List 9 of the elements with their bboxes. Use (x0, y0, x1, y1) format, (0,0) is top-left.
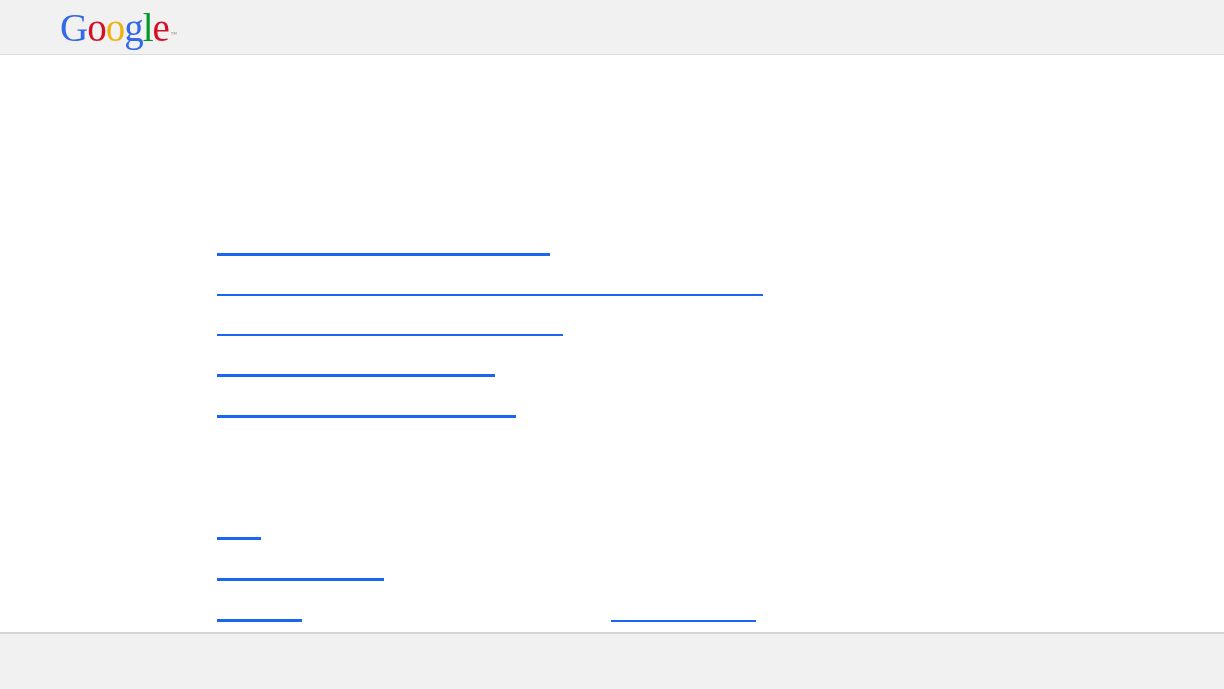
link-underline[interactable] (217, 374, 495, 377)
link-underline[interactable] (217, 619, 302, 622)
link-underline[interactable] (217, 578, 384, 581)
link-underline[interactable] (217, 334, 563, 336)
link-underline[interactable] (217, 294, 763, 296)
link-underline[interactable] (217, 415, 516, 418)
link-underline[interactable] (217, 537, 261, 540)
link-underline[interactable] (611, 620, 756, 622)
link-underline[interactable] (217, 253, 550, 256)
